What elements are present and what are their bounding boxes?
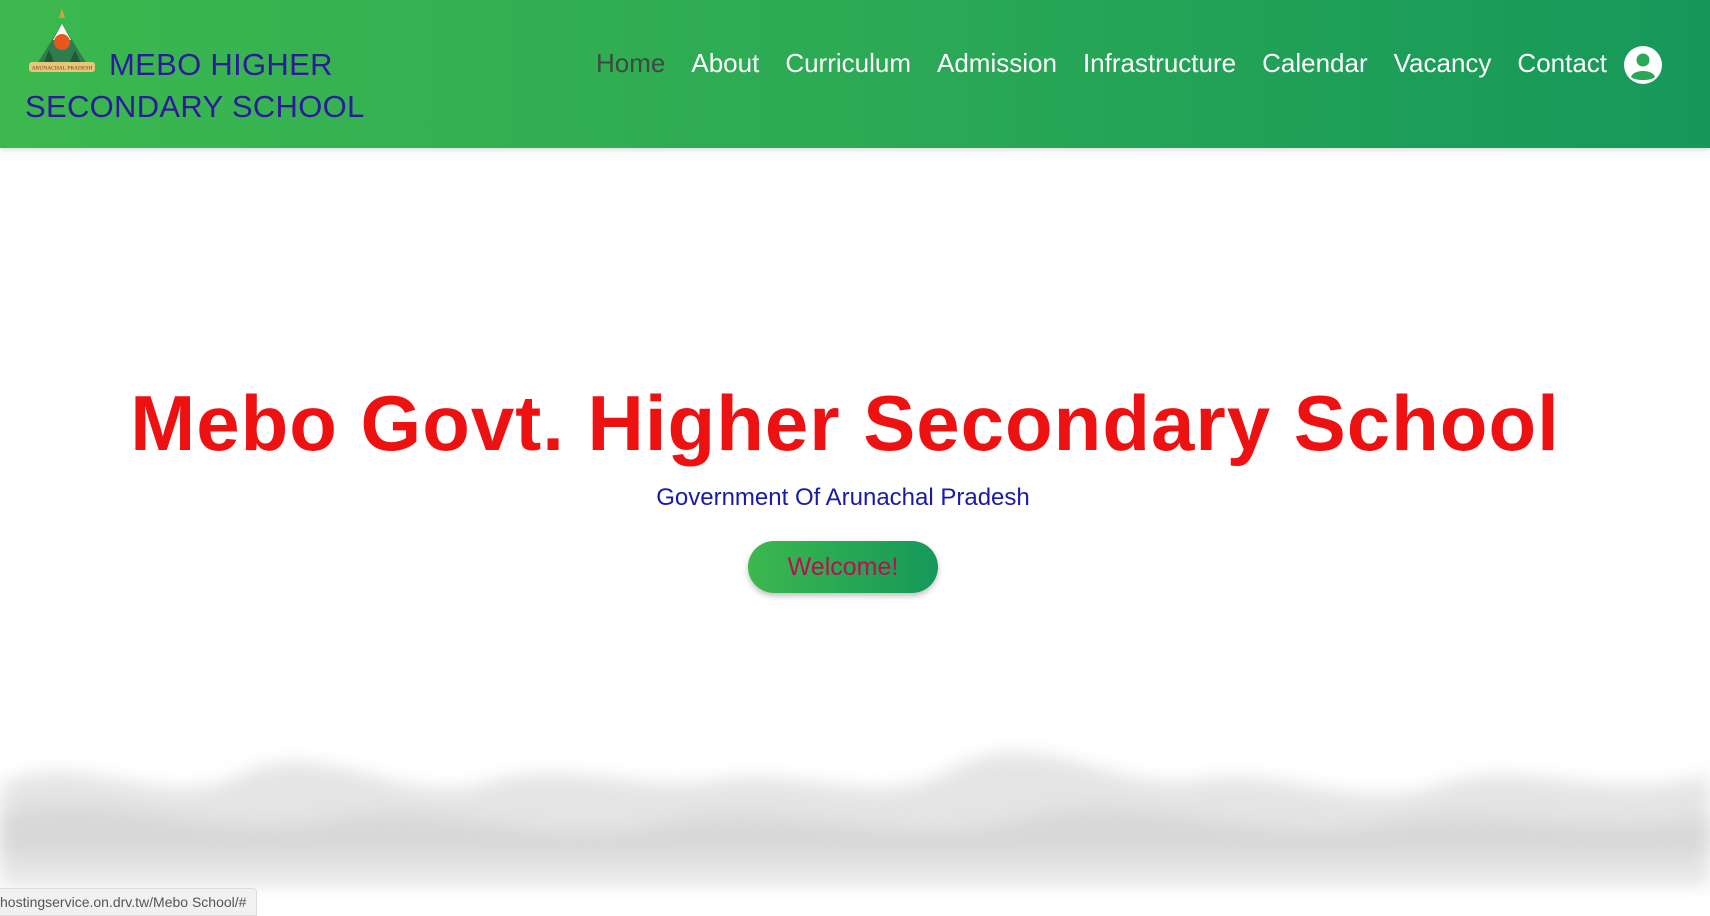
smoke-background bbox=[0, 752, 1710, 885]
nav-contact[interactable]: Contact bbox=[1517, 48, 1607, 79]
nav-infrastructure[interactable]: Infrastructure bbox=[1083, 48, 1236, 79]
nav-calendar[interactable]: Calendar bbox=[1262, 48, 1368, 79]
welcome-button[interactable]: Welcome! bbox=[748, 541, 938, 593]
nav-admission[interactable]: Admission bbox=[937, 48, 1057, 79]
user-circle-icon[interactable] bbox=[1623, 45, 1663, 85]
nav-vacancy[interactable]: Vacancy bbox=[1394, 48, 1492, 79]
navbar: ARUNACHAL PRADESH MEBO HIGHER SECONDARY … bbox=[0, 0, 1710, 148]
nav-curriculum[interactable]: Curriculum bbox=[785, 48, 911, 79]
brand-link[interactable]: ARUNACHAL PRADESH MEBO HIGHER SECONDARY … bbox=[25, 4, 525, 128]
brand-name[interactable]: MEBO HIGHER SECONDARY SCHOOL bbox=[25, 4, 525, 128]
nav-home[interactable]: Home bbox=[596, 48, 665, 79]
main-nav: Home About Curriculum Admission Infrastr… bbox=[583, 48, 1620, 79]
arunachal-pradesh-emblem-icon: ARUNACHAL PRADESH bbox=[29, 8, 95, 72]
hero-title: Mebo Govt. Higher Secondary School bbox=[130, 379, 1560, 467]
hero-subtitle: Government Of Arunachal Pradesh bbox=[656, 484, 1030, 511]
status-bar-url: hostingservice.on.drv.tw/Mebo School/# bbox=[0, 888, 258, 916]
svg-text:ARUNACHAL PRADESH: ARUNACHAL PRADESH bbox=[32, 66, 93, 72]
nav-about[interactable]: About bbox=[691, 48, 759, 79]
